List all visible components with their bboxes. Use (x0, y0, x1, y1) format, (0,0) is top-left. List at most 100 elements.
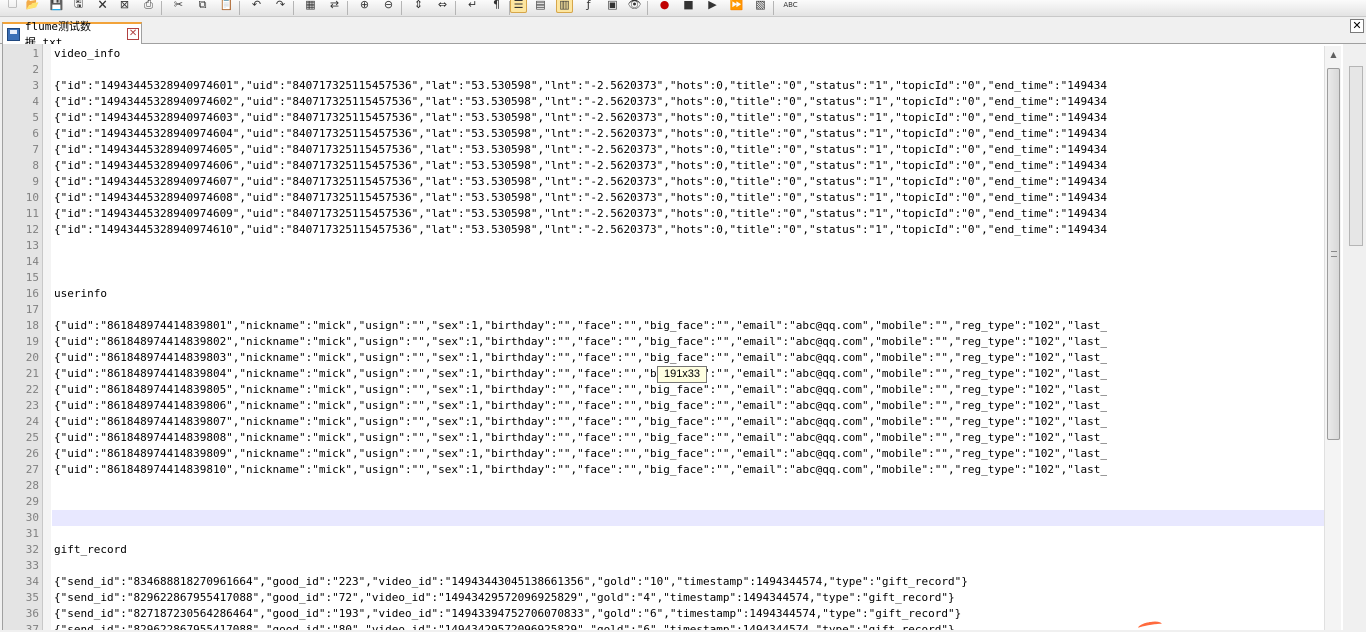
sync-horizontal-icon[interactable]: ⇔ (434, 0, 451, 13)
text-editor[interactable]: 1 video_info 2 3 {"id":"14943445328940974601… (2, 44, 1343, 630)
line-number: 10 (25, 191, 39, 204)
editor-line[interactable]: 25 {"uid":"861848974414839808","nickname"… (3, 430, 1324, 446)
editor-line[interactable]: 5 {"id":"14943445328940974603","uid":"840… (3, 110, 1324, 126)
line-number: 25 (25, 431, 39, 444)
editor-line[interactable]: 27 {"uid":"861848974414839810","nickname"… (3, 462, 1324, 478)
line-text: {"uid":"861848974414839804","nickname":"… (54, 367, 1107, 380)
folder-workspace-icon[interactable]: ▣ (604, 0, 621, 13)
line-text: {"id":"14943445328940974604","uid":"8407… (54, 127, 1107, 140)
redo-icon[interactable]: ↷ (272, 0, 289, 13)
line-number: 7 (32, 143, 39, 156)
editor-line[interactable]: 28 (3, 478, 1324, 494)
line-number: 20 (25, 351, 39, 364)
editor-line[interactable]: 1 video_info (3, 46, 1324, 62)
tab-file[interactable]: flume测试数据.txt ✕ (2, 20, 142, 49)
indent-guide-icon[interactable]: ☰ (510, 0, 527, 13)
line-number: 12 (25, 223, 39, 236)
line-number: 22 (25, 383, 39, 396)
paste-icon[interactable]: 📋 (218, 0, 235, 13)
open-file-icon[interactable]: 📂 (24, 0, 41, 13)
line-number: 3 (32, 79, 39, 92)
line-number: 19 (25, 335, 39, 348)
editor-line[interactable]: 37 {"send_id":"829622867955417088","good_… (3, 622, 1324, 630)
zoom-in-icon[interactable]: ⊕ (356, 0, 373, 13)
play-macro-icon[interactable]: ▶ (704, 0, 721, 13)
save-all-icon[interactable]: 🖫 (70, 0, 87, 13)
line-text: {"uid":"861848974414839803","nickname":"… (54, 351, 1107, 364)
toolbar-separator (401, 1, 402, 15)
scrollbar-thumb[interactable] (1327, 68, 1340, 440)
editor-line[interactable]: 19 {"uid":"861848974414839802","nickname"… (3, 334, 1324, 350)
editor-line[interactable]: 13 (3, 238, 1324, 254)
editor-line[interactable]: 33 (3, 558, 1324, 574)
cut-icon[interactable]: ✂ (170, 0, 187, 13)
line-number: 28 (25, 479, 39, 492)
editor-line[interactable]: 31 (3, 526, 1324, 542)
tab-close-icon[interactable]: ✕ (127, 28, 139, 40)
editor-line[interactable]: 10 {"id":"14943445328940974608","uid":"84… (3, 190, 1324, 206)
editor-line[interactable]: 32 gift_record (3, 542, 1324, 558)
editor-line[interactable]: 24 {"uid":"861848974414839807","nickname"… (3, 414, 1324, 430)
editor-line[interactable]: 4 {"id":"14943445328940974602","uid":"840… (3, 94, 1324, 110)
save-icon[interactable]: 💾 (48, 0, 65, 13)
show-all-chars-icon[interactable]: ¶ (488, 0, 505, 13)
editor-line[interactable]: 8 {"id":"14943445328940974606","uid":"840… (3, 158, 1324, 174)
copy-icon[interactable]: ⧉ (194, 0, 211, 13)
editor-line[interactable]: 3 {"id":"14943445328940974601","uid":"840… (3, 78, 1324, 94)
monitoring-icon[interactable]: 👁 (626, 0, 643, 13)
scroll-up-icon[interactable]: ▲ (1325, 46, 1342, 63)
new-file-icon[interactable]: 🗋 (4, 0, 21, 13)
word-wrap-icon[interactable]: ↵ (464, 0, 481, 13)
replace-icon[interactable]: ⇄ (326, 0, 343, 13)
editor-line[interactable]: 7 {"id":"14943445328940974605","uid":"840… (3, 142, 1324, 158)
line-number: 23 (25, 399, 39, 412)
line-number: 34 (25, 575, 39, 588)
editor-line[interactable]: 18 {"uid":"861848974414839801","nickname"… (3, 318, 1324, 334)
editor-line[interactable]: 36 {"send_id":"827187230564286464","good_… (3, 606, 1324, 622)
zoom-out-icon[interactable]: ⊖ (380, 0, 397, 13)
sync-vertical-icon[interactable]: ⇕ (410, 0, 427, 13)
line-number: 11 (25, 207, 39, 220)
line-number: 6 (32, 127, 39, 140)
line-number: 24 (25, 415, 39, 428)
editor-line[interactable]: 6 {"id":"14943445328940974604","uid":"840… (3, 126, 1324, 142)
record-macro-icon[interactable]: ● (656, 0, 673, 13)
vertical-scrollbar[interactable]: ▲ (1324, 46, 1341, 630)
close-document-button[interactable]: ✕ (1350, 19, 1364, 33)
line-text: video_info (54, 47, 121, 60)
line-text: {"send_id":"834688818270961664","good_id… (54, 575, 968, 588)
side-panel-scroll-thumb[interactable] (1349, 66, 1363, 246)
editor-line[interactable]: 9 {"id":"14943445328940974607","uid":"840… (3, 174, 1324, 190)
spell-check-icon[interactable]: ABC (782, 0, 799, 13)
editor-line[interactable]: 17 (3, 302, 1324, 318)
editor-line[interactable]: 26 {"uid":"861848974414839809","nickname"… (3, 446, 1324, 462)
editor-line[interactable]: 16 userinfo (3, 286, 1324, 302)
save-macro-icon[interactable]: ▧ (752, 0, 769, 13)
toolbar-separator (773, 1, 774, 15)
user-language-icon[interactable]: ▤ (532, 0, 549, 13)
editor-line[interactable]: 29 (3, 494, 1324, 510)
editor-line[interactable]: 20 {"uid":"861848974414839803","nickname"… (3, 350, 1324, 366)
editor-line[interactable]: 22 {"uid":"861848974414839805","nickname"… (3, 382, 1324, 398)
editor-line[interactable]: 14 (3, 254, 1324, 270)
line-text: userinfo (54, 287, 107, 300)
run-macro-multiple-icon[interactable]: ⏩ (728, 0, 745, 13)
close-file-icon[interactable]: 🗙 (94, 0, 111, 13)
editor-line[interactable]: 12 {"id":"14943445328940974610","uid":"84… (3, 222, 1324, 238)
function-list-icon[interactable]: ƒ (580, 0, 597, 13)
find-icon[interactable]: ▦ (302, 0, 319, 13)
editor-line[interactable]: 2 (3, 62, 1324, 78)
editor-line[interactable]: 30 (26, 510, 1324, 526)
editor-line[interactable]: 11 {"id":"14943445328940974609","uid":"84… (3, 206, 1324, 222)
undo-icon[interactable]: ↶ (248, 0, 265, 13)
editor-line[interactable]: 35 {"send_id":"829622867955417088","good_… (3, 590, 1324, 606)
editor-line[interactable]: 23 {"uid":"861848974414839806","nickname"… (3, 398, 1324, 414)
editor-line[interactable]: 34 {"send_id":"834688818270961664","good_… (3, 574, 1324, 590)
editor-line[interactable]: 15 (3, 270, 1324, 286)
stop-macro-icon[interactable]: ■ (680, 0, 697, 13)
line-number: 5 (32, 111, 39, 124)
line-number: 30 (25, 511, 39, 524)
print-icon[interactable]: ⎙ (140, 0, 157, 13)
document-map-icon[interactable]: ▥ (556, 0, 573, 13)
close-all-icon[interactable]: ⊠ (116, 0, 133, 13)
